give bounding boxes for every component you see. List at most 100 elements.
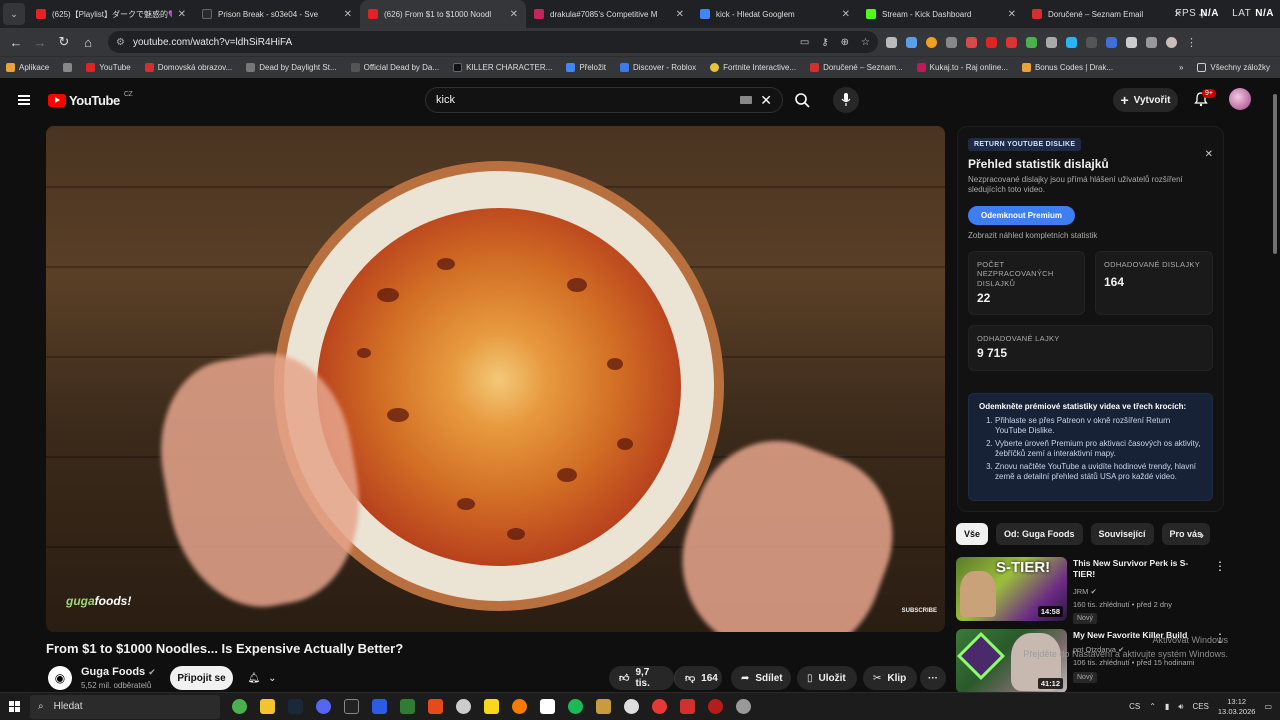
app-icon[interactable] <box>372 699 387 714</box>
battery-icon[interactable]: ▮ <box>1165 702 1169 711</box>
app-icon[interactable] <box>596 699 611 714</box>
tab-3-active[interactable]: (626) From $1 to $1000 Noodl ✕ <box>360 0 526 28</box>
channel-avatar[interactable]: ◉ <box>48 666 72 690</box>
tab-4[interactable]: drakula#7085's Competitive M ✕ <box>526 0 692 28</box>
chip-related[interactable]: Související <box>1090 523 1154 545</box>
page-scrollbar[interactable] <box>1270 78 1280 692</box>
chevron-right-icon[interactable]: › <box>1200 528 1204 542</box>
bookmark-item[interactable]: Domovská obrazov... <box>144 63 232 72</box>
close-icon[interactable]: ✕ <box>1008 9 1016 20</box>
cast-icon[interactable]: ▭ <box>800 37 809 48</box>
clock[interactable]: 13:12 13.03.2026 <box>1218 697 1256 716</box>
bookmark-item[interactable] <box>63 63 73 72</box>
bookmark-item[interactable]: YouTube <box>86 63 131 72</box>
back-icon[interactable]: ← <box>4 35 28 50</box>
create-button[interactable]: + Vytvořit <box>1113 88 1178 112</box>
video-player[interactable]: gugafoods! SUBSCRIBE <box>46 126 945 632</box>
clip-button[interactable]: ✂ Klip <box>863 666 917 690</box>
close-icon[interactable]: ✕ <box>178 9 186 20</box>
youtube-logo[interactable]: YouTube CZ <box>48 91 133 108</box>
app-icon[interactable] <box>624 699 639 714</box>
bookmark-item[interactable]: Discover - Roblox <box>620 63 696 72</box>
app-icon[interactable] <box>428 699 443 714</box>
tab-7[interactable]: Doručené – Seznam Email ✕ <box>1024 0 1190 28</box>
extension-icon[interactable] <box>886 36 897 48</box>
puzzle-icon[interactable] <box>1126 36 1137 48</box>
settings-icon[interactable] <box>736 699 751 714</box>
recommended-video[interactable]: S-TIER! 14:58 This New Survivor Perk is … <box>956 557 1266 624</box>
voice-search-button[interactable] <box>833 87 859 113</box>
extension-icon[interactable] <box>1026 36 1037 48</box>
like-button[interactable]: 👍︎ 9,7 tis. <box>609 666 674 690</box>
video-title[interactable]: This New Survivor Perk is S-TIER! <box>1073 558 1199 581</box>
unlock-premium-button[interactable]: Odemknout Premium <box>968 206 1075 225</box>
account-avatar[interactable] <box>1229 88 1251 110</box>
tab-search-button[interactable]: ⌄ <box>3 3 25 25</box>
input-language[interactable]: CES <box>1192 702 1208 711</box>
bookmark-item[interactable]: Kukaj.to - Raj online... <box>916 63 1008 72</box>
bookmark-item[interactable]: Dead by Daylight St... <box>246 63 337 72</box>
app-icon[interactable] <box>680 699 695 714</box>
youtube-extension-icon[interactable] <box>986 36 997 48</box>
profile-avatar[interactable] <box>1166 36 1177 48</box>
address-bar[interactable]: ⚙ youtube.com/watch?v=ldhSiR4HiFA ▭ ⚷ ⊕ … <box>108 31 878 53</box>
menu-icon[interactable] <box>18 95 30 105</box>
app-icon[interactable] <box>484 699 499 714</box>
bookmark-item[interactable]: Přeložit <box>566 63 606 72</box>
extension-icon[interactable] <box>1106 36 1117 48</box>
close-icon[interactable]: ✕ <box>842 9 850 20</box>
more-actions-button[interactable]: ··· <box>920 666 946 690</box>
extension-icon[interactable] <box>1046 36 1057 48</box>
steam-icon[interactable] <box>288 699 303 714</box>
extension-icon[interactable] <box>1006 36 1017 48</box>
discord-icon[interactable] <box>316 699 331 714</box>
forward-icon[interactable]: → <box>28 35 52 50</box>
bookmark-star-icon[interactable]: ☆ <box>861 37 870 48</box>
subscription-bell-button[interactable]: 🔔︎ ⌄ <box>238 666 286 690</box>
app-icon[interactable] <box>456 699 471 714</box>
zoom-icon[interactable]: ⊕ <box>841 37 849 48</box>
close-icon[interactable]: ✕ <box>676 9 684 20</box>
language-cs[interactable]: CS <box>1129 702 1140 711</box>
app-icon[interactable] <box>708 699 723 714</box>
tab-1[interactable]: (625)【Playlist】ダークで魅惑的💜 ✕ <box>28 0 194 28</box>
channel-name[interactable]: Guga Foods ✔ <box>81 666 156 678</box>
extension-icon[interactable] <box>906 36 917 48</box>
app-icon[interactable] <box>400 699 415 714</box>
all-bookmarks[interactable]: Všechny záložky <box>1197 63 1270 72</box>
spotify-icon[interactable] <box>568 699 583 714</box>
close-icon[interactable]: ✕ <box>1205 149 1213 160</box>
extension-icon[interactable] <box>966 36 977 48</box>
reload-icon[interactable]: ↻ <box>52 34 76 50</box>
more-menu-icon[interactable]: ⋮ <box>1186 36 1197 49</box>
chrome-icon[interactable] <box>232 699 247 714</box>
bookmark-item[interactable]: Doručené – Seznam... <box>810 63 903 72</box>
chip-from-channel[interactable]: Od: Guga Foods <box>996 523 1083 545</box>
epic-games-icon[interactable] <box>344 699 359 714</box>
file-explorer-icon[interactable] <box>260 699 275 714</box>
chip-all[interactable]: Vše <box>956 523 989 545</box>
tab-2[interactable]: Prison Break - s03e04 - Sve ✕ <box>194 0 360 28</box>
bookmark-item[interactable]: Fortnite Interactive... <box>710 63 796 72</box>
dislike-button[interactable]: 👎︎ 164 <box>674 666 722 690</box>
bookmark-item[interactable]: Bonus Codes | Drak... <box>1021 63 1113 72</box>
search-input[interactable]: kick ✕ <box>425 87 783 113</box>
share-button[interactable]: ➦ Sdílet <box>731 666 791 690</box>
password-key-icon[interactable]: ⚷ <box>821 37 828 48</box>
join-button[interactable]: Připojit se <box>170 666 233 690</box>
bookmark-item[interactable]: Official Dead by Da... <box>350 63 439 72</box>
tray-overflow-icon[interactable]: ⌃ <box>1149 702 1156 711</box>
close-icon[interactable]: ✕ <box>510 9 518 20</box>
app-icon[interactable] <box>540 699 555 714</box>
bookmark-apps[interactable]: Aplikace <box>6 63 49 72</box>
preview-stats-link[interactable]: Zobrazit náhled kompletních statistik <box>968 231 1097 240</box>
tab-5[interactable]: kick - Hledat Googlem ✕ <box>692 0 858 28</box>
reading-list-icon[interactable] <box>1146 36 1157 48</box>
taskbar-search[interactable]: ⌕ Hledat <box>30 694 220 719</box>
app-icon[interactable] <box>652 699 667 714</box>
extension-icon[interactable] <box>1066 36 1077 48</box>
video-thumbnail[interactable]: S-TIER! 14:58 <box>956 557 1067 621</box>
home-icon[interactable]: ⌂ <box>76 35 100 50</box>
extension-icon[interactable] <box>1086 36 1097 48</box>
search-button[interactable] <box>787 87 817 113</box>
